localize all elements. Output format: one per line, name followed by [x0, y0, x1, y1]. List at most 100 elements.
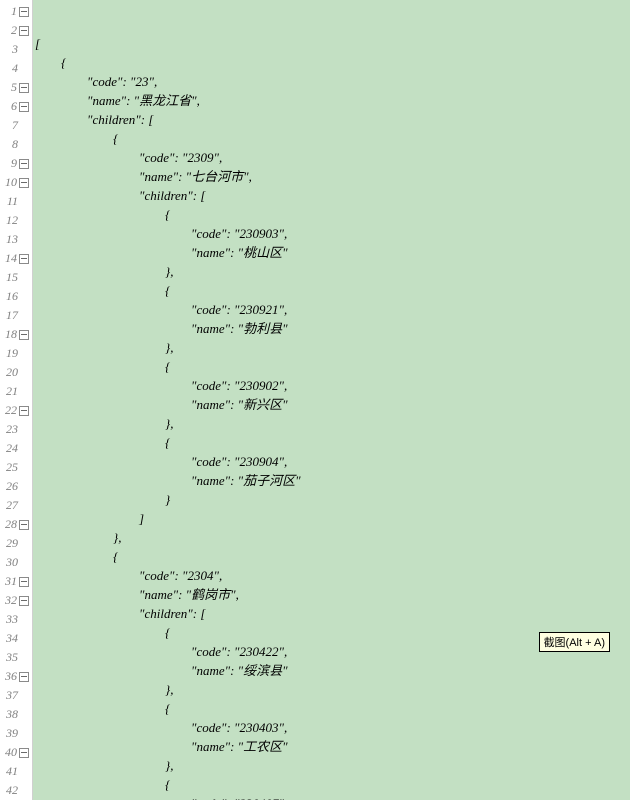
gutter-line: 36 — [0, 667, 32, 686]
fold-toggle-icon[interactable] — [19, 254, 29, 264]
code-line[interactable]: "children": [ — [35, 110, 630, 129]
line-number: 30 — [2, 553, 18, 572]
code-line[interactable]: }, — [35, 756, 630, 775]
code-line[interactable]: { — [35, 699, 630, 718]
code-line[interactable]: { — [35, 53, 630, 72]
fold-toggle-icon[interactable] — [19, 83, 29, 93]
fold-toggle-icon[interactable] — [19, 178, 29, 188]
code-line[interactable]: } — [35, 490, 630, 509]
line-number: 36 — [1, 667, 17, 686]
code-line[interactable]: "code": "230407", — [35, 794, 630, 800]
line-number: 41 — [2, 762, 18, 781]
code-line[interactable]: "name": "新兴区" — [35, 395, 630, 414]
line-number: 14 — [1, 249, 17, 268]
gutter-line: 4 — [0, 59, 32, 78]
code-editor: 1234567891011121314151617181920212223242… — [0, 0, 630, 800]
fold-toggle-icon[interactable] — [19, 577, 29, 587]
code-line[interactable]: "code": "230902", — [35, 376, 630, 395]
screenshot-tooltip: 截图(Alt + A) — [539, 632, 610, 652]
code-line[interactable]: "name": "黑龙江省", — [35, 91, 630, 110]
code-line[interactable]: { — [35, 775, 630, 794]
line-number: 29 — [2, 534, 18, 553]
gutter-line: 16 — [0, 287, 32, 306]
gutter-line: 3 — [0, 40, 32, 59]
code-line[interactable]: }, — [35, 414, 630, 433]
fold-toggle-icon[interactable] — [19, 748, 29, 758]
gutter-line: 25 — [0, 458, 32, 477]
code-line[interactable]: { — [35, 433, 630, 452]
code-line[interactable]: ] — [35, 509, 630, 528]
code-line[interactable]: "code": "230903", — [35, 224, 630, 243]
code-line[interactable]: "code": "230904", — [35, 452, 630, 471]
gutter-line: 11 — [0, 192, 32, 211]
gutter-line: 41 — [0, 762, 32, 781]
code-line[interactable]: { — [35, 281, 630, 300]
fold-toggle-icon[interactable] — [19, 26, 29, 36]
line-number: 8 — [2, 135, 18, 154]
fold-toggle-icon[interactable] — [19, 596, 29, 606]
code-line[interactable]: { — [35, 357, 630, 376]
gutter-line: 40 — [0, 743, 32, 762]
line-number: 33 — [2, 610, 18, 629]
code-line[interactable]: }, — [35, 528, 630, 547]
code-area[interactable]: [ { "code": "23", "name": "黑龙江省", "child… — [33, 0, 630, 800]
gutter-line: 26 — [0, 477, 32, 496]
line-number: 20 — [2, 363, 18, 382]
code-line[interactable]: "code": "230921", — [35, 300, 630, 319]
code-line[interactable]: "name": "桃山区" — [35, 243, 630, 262]
code-line[interactable]: { — [35, 205, 630, 224]
gutter-line: 38 — [0, 705, 32, 724]
line-number: 3 — [2, 40, 18, 59]
line-number: 40 — [1, 743, 17, 762]
code-line[interactable]: "name": "茄子河区" — [35, 471, 630, 490]
fold-toggle-icon[interactable] — [19, 102, 29, 112]
gutter-line: 14 — [0, 249, 32, 268]
fold-toggle-icon[interactable] — [19, 330, 29, 340]
code-line[interactable]: "name": "绥滨县" — [35, 661, 630, 680]
gutter-line: 37 — [0, 686, 32, 705]
code-line[interactable]: "name": "鹤岗市", — [35, 585, 630, 604]
gutter-line: 1 — [0, 2, 32, 21]
gutter-line: 15 — [0, 268, 32, 287]
fold-toggle-icon[interactable] — [19, 406, 29, 416]
gutter-line: 21 — [0, 382, 32, 401]
gutter-line: 9 — [0, 154, 32, 173]
line-number-gutter: 1234567891011121314151617181920212223242… — [0, 0, 33, 800]
line-number: 31 — [1, 572, 17, 591]
line-number: 15 — [2, 268, 18, 287]
fold-toggle-icon[interactable] — [19, 7, 29, 17]
code-line[interactable]: "code": "2309", — [35, 148, 630, 167]
code-line[interactable]: "code": "23", — [35, 72, 630, 91]
line-number: 24 — [2, 439, 18, 458]
line-number: 34 — [2, 629, 18, 648]
gutter-line: 31 — [0, 572, 32, 591]
code-line[interactable]: "code": "230403", — [35, 718, 630, 737]
line-number: 9 — [1, 154, 17, 173]
code-line[interactable]: "children": [ — [35, 604, 630, 623]
code-line[interactable]: }, — [35, 680, 630, 699]
fold-toggle-icon[interactable] — [19, 672, 29, 682]
gutter-line: 30 — [0, 553, 32, 572]
gutter-line: 23 — [0, 420, 32, 439]
line-number: 35 — [2, 648, 18, 667]
code-line[interactable]: "name": "七台河市", — [35, 167, 630, 186]
code-line[interactable]: "name": "勃利县" — [35, 319, 630, 338]
code-line[interactable]: { — [35, 547, 630, 566]
gutter-line: 20 — [0, 363, 32, 382]
code-line[interactable]: "children": [ — [35, 186, 630, 205]
gutter-line: 35 — [0, 648, 32, 667]
code-line[interactable]: }, — [35, 338, 630, 357]
gutter-line: 6 — [0, 97, 32, 116]
line-number: 28 — [1, 515, 17, 534]
code-line[interactable]: "code": "2304", — [35, 566, 630, 585]
line-number: 12 — [2, 211, 18, 230]
code-line[interactable]: [ — [35, 34, 630, 53]
code-line[interactable]: { — [35, 129, 630, 148]
fold-toggle-icon[interactable] — [19, 159, 29, 169]
fold-toggle-icon[interactable] — [19, 520, 29, 530]
gutter-line: 8 — [0, 135, 32, 154]
code-line[interactable]: "name": "工农区" — [35, 737, 630, 756]
gutter-line: 39 — [0, 724, 32, 743]
gutter-line: 22 — [0, 401, 32, 420]
code-line[interactable]: }, — [35, 262, 630, 281]
